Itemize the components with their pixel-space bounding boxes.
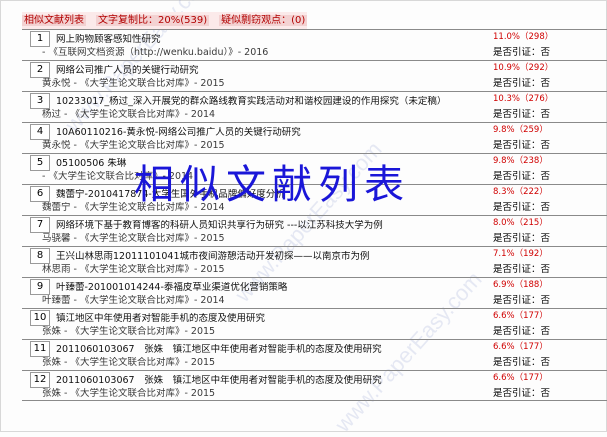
row-source: 林思雨 - 《大学生论文联合比对库》- 2015 <box>42 264 225 275</box>
row-similarity: 10.9%（292） <box>493 63 554 73</box>
row-number: 8 <box>30 248 50 264</box>
row-similarity: 7.1%（192） <box>493 249 548 259</box>
row-cite-status: 是否引证：否 <box>493 264 551 275</box>
similar-literature-table: 1 网上购物顾客感知性研究 - 《互联网文档资源（http://wenku.baid… <box>22 29 607 401</box>
row-source: 叶臻蕾 - 《大学生论文联合比对库》- 2014 <box>42 295 225 306</box>
row-number: 4 <box>30 124 50 140</box>
table-row[interactable]: 3 10233017_杨过_深入开展党的群众路线教育实践活动对和谐校园建设的作用探… <box>22 91 607 122</box>
row-source: 张姝 - 《大学生论文联合比对库》- 2015 <box>42 357 216 368</box>
table-row[interactable]: 9 叶臻蕾-201001014244-泰福皮草业渠道优化营销策略 叶臻蕾 - 《大学… <box>22 277 607 308</box>
row-title[interactable]: 镇江地区中年使用者对智能手机的态度及使用研究 <box>56 313 486 325</box>
row-title[interactable]: 2011060103067 张姝 镇江地区中年使用者对智能手机的态度及使用研究 <box>56 375 486 387</box>
row-cite-status: 是否引证：否 <box>493 171 551 182</box>
row-number: 1 <box>30 31 50 47</box>
row-number: 2 <box>30 62 50 78</box>
row-title[interactable]: 王兴山林思雨12011101041城市夜间游憩活动开发初探——以南京市为例 <box>56 251 486 263</box>
table-row[interactable]: 10 镇江地区中年使用者对智能手机的态度及使用研究 张姝 - 《大学生论文联合比对库… <box>22 308 607 339</box>
table-row[interactable]: 8 王兴山林思雨12011101041城市夜间游憩活动开发初探——以南京市为例 林思… <box>22 246 607 277</box>
overlay-title: 相似文献列表 <box>134 162 410 208</box>
row-similarity: 6.6%（177） <box>493 373 548 383</box>
row-similarity: 11.0%（298） <box>493 32 554 42</box>
row-cite-status: 是否引证：否 <box>493 233 551 244</box>
row-cite-status: 是否引证：否 <box>493 109 551 120</box>
row-source: 张姝 - 《大学生论文联合比对库》- 2015 <box>42 326 216 337</box>
table-row[interactable]: 1 网上购物顾客感知性研究 - 《互联网文档资源（http://wenku.baid… <box>22 29 607 60</box>
row-number: 9 <box>30 279 50 295</box>
row-number: 10 <box>30 310 50 326</box>
row-cite-status: 是否引证：否 <box>493 326 551 337</box>
row-number: 3 <box>30 93 50 109</box>
row-source: 马骁馨 - 《大学生论文联合比对库》- 2015 <box>42 233 225 244</box>
row-cite-status: 是否引证：否 <box>493 47 551 58</box>
row-source: 杨过 - 《大学生论文联合比对库》- 2014 <box>42 109 216 120</box>
row-title[interactable]: 网络环境下基于教育博客的科研人员知识共享行为研究 ---以江苏科技大学为例 <box>56 220 486 232</box>
row-source: 张姝 - 《大学生论文联合比对库》- 2015 <box>42 388 216 399</box>
row-similarity: 10.3%（276） <box>493 94 554 104</box>
table-row[interactable]: 2 网络公司推广人员的关键行动研究 黄永悦 - 《大学生论文联合比对库》- 2015… <box>22 60 607 91</box>
row-title[interactable]: 网络公司推广人员的关键行动研究 <box>56 65 486 77</box>
row-similarity: 6.9%（188） <box>493 280 548 290</box>
row-source: 黄永悦 - 《大学生论文联合比对库》- 2015 <box>42 140 225 151</box>
row-cite-status: 是否引证：否 <box>493 295 551 306</box>
row-title[interactable]: 10233017_杨过_深入开展党的群众路线教育实践活动对和谐校园建设的作用探究… <box>56 96 486 108</box>
row-cite-status: 是否引证：否 <box>493 388 551 399</box>
row-similarity: 6.6%（177） <box>493 311 548 321</box>
row-title[interactable]: 2011060103067 张姝 镇江地区中年使用者对智能手机的态度及使用研究 <box>56 344 486 356</box>
row-source: 黄永悦 - 《大学生论文联合比对库》- 2015 <box>42 78 225 89</box>
table-row[interactable]: 7 网络环境下基于教育博客的科研人员知识共享行为研究 ---以江苏科技大学为例 马骁… <box>22 215 607 246</box>
row-similarity: 6.6%（177） <box>493 342 548 352</box>
row-cite-status: 是否引证：否 <box>493 202 551 213</box>
row-similarity: 9.8%（259） <box>493 125 548 135</box>
row-cite-status: 是否引证：否 <box>493 78 551 89</box>
row-number: 7 <box>30 217 50 233</box>
row-similarity: 8.0%（215） <box>493 218 548 228</box>
header-label: 相似文献列表 <box>22 15 86 26</box>
row-title[interactable]: 10A60110216-黄永悦-网络公司推广人员的关键行动研究 <box>56 127 486 139</box>
row-number: 12 <box>30 372 50 388</box>
row-source: - 《互联网文档资源（http://wenku.baidu）》- 2016 <box>42 47 269 58</box>
row-cite-status: 是否引证：否 <box>493 140 551 151</box>
summary-header: 相似文献列表 文字复制比：20%(539) 疑似剽窃观点：(0) <box>22 12 308 29</box>
row-number: 6 <box>30 186 50 202</box>
suspect-label: 疑似剽窃观点：(0) <box>219 15 308 26</box>
ratio-label: 文字复制比：20%(539) <box>96 15 210 26</box>
table-row[interactable]: 11 2011060103067 张姝 镇江地区中年使用者对智能手机的态度及使用研… <box>22 339 607 370</box>
row-title[interactable]: 叶臻蕾-201001014244-泰福皮草业渠道优化营销策略 <box>56 282 486 294</box>
row-cite-status: 是否引证：否 <box>493 357 551 368</box>
row-number: 11 <box>30 341 50 357</box>
row-similarity: 9.8%（238） <box>493 156 548 166</box>
table-row[interactable]: 12 2011060103067 张姝 镇江地区中年使用者对智能手机的态度及使用研… <box>22 370 607 401</box>
row-number: 5 <box>30 155 50 171</box>
row-similarity: 8.3%（222） <box>493 187 548 197</box>
table-row[interactable]: 4 10A60110216-黄永悦-网络公司推广人员的关键行动研究 黄永悦 - 《大… <box>22 122 607 153</box>
row-title[interactable]: 网上购物顾客感知性研究 <box>56 34 486 46</box>
